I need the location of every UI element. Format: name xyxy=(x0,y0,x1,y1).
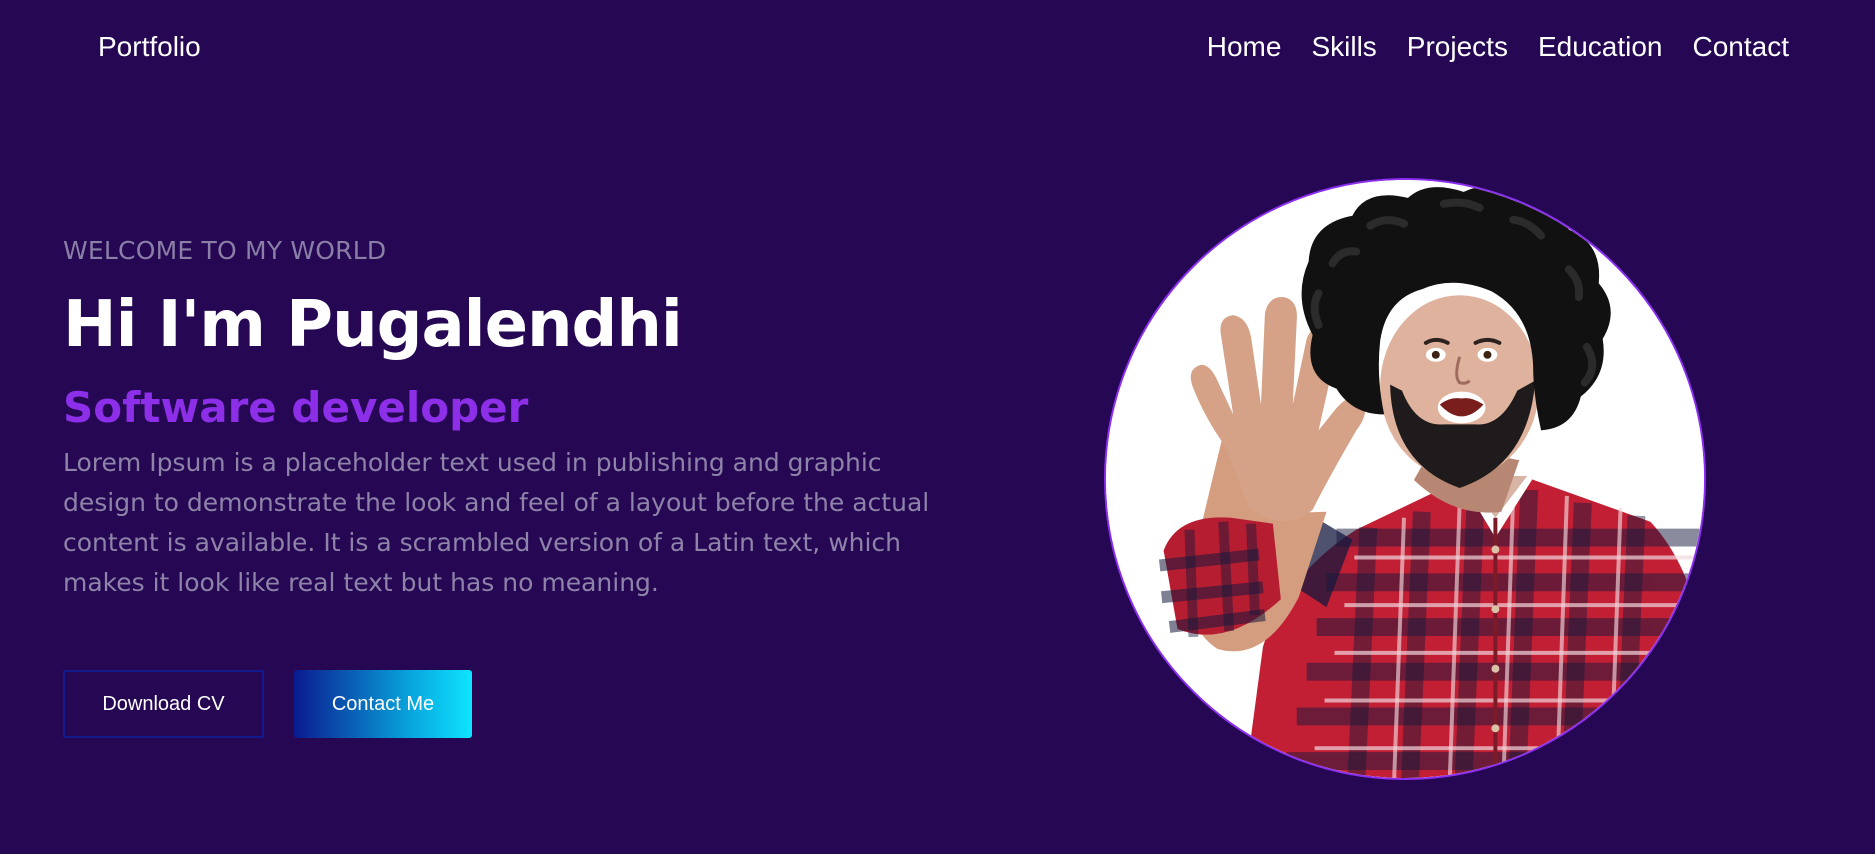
hero-text-section: WELCOME TO MY WORLD Hi I'm Pugalendhi So… xyxy=(63,236,963,628)
profile-photo xyxy=(1104,178,1706,780)
site-brand-link[interactable]: Portfolio xyxy=(98,31,201,63)
hero-description: Lorem Ipsum is a placeholder text used i… xyxy=(63,448,930,598)
hero-role: Software developer xyxy=(63,383,529,432)
top-navbar: Portfolio Home Skills Projects Education… xyxy=(0,0,1875,98)
welcome-label: WELCOME TO MY WORLD xyxy=(63,236,387,265)
contact-me-button[interactable]: Contact Me xyxy=(294,670,472,738)
main-navigation: Home Skills Projects Education Contact xyxy=(1207,31,1789,63)
hero-actions: Download CV Contact Me xyxy=(63,670,472,738)
nav-home-link[interactable]: Home xyxy=(1207,31,1282,63)
nav-projects-link[interactable]: Projects xyxy=(1407,31,1508,63)
download-cv-button[interactable]: Download CV xyxy=(63,670,264,738)
hero-headline: Hi I'm Pugalendhi xyxy=(63,288,683,362)
nav-skills-link[interactable]: Skills xyxy=(1311,31,1376,63)
nav-contact-link[interactable]: Contact xyxy=(1693,31,1790,63)
nav-education-link[interactable]: Education xyxy=(1538,31,1663,63)
